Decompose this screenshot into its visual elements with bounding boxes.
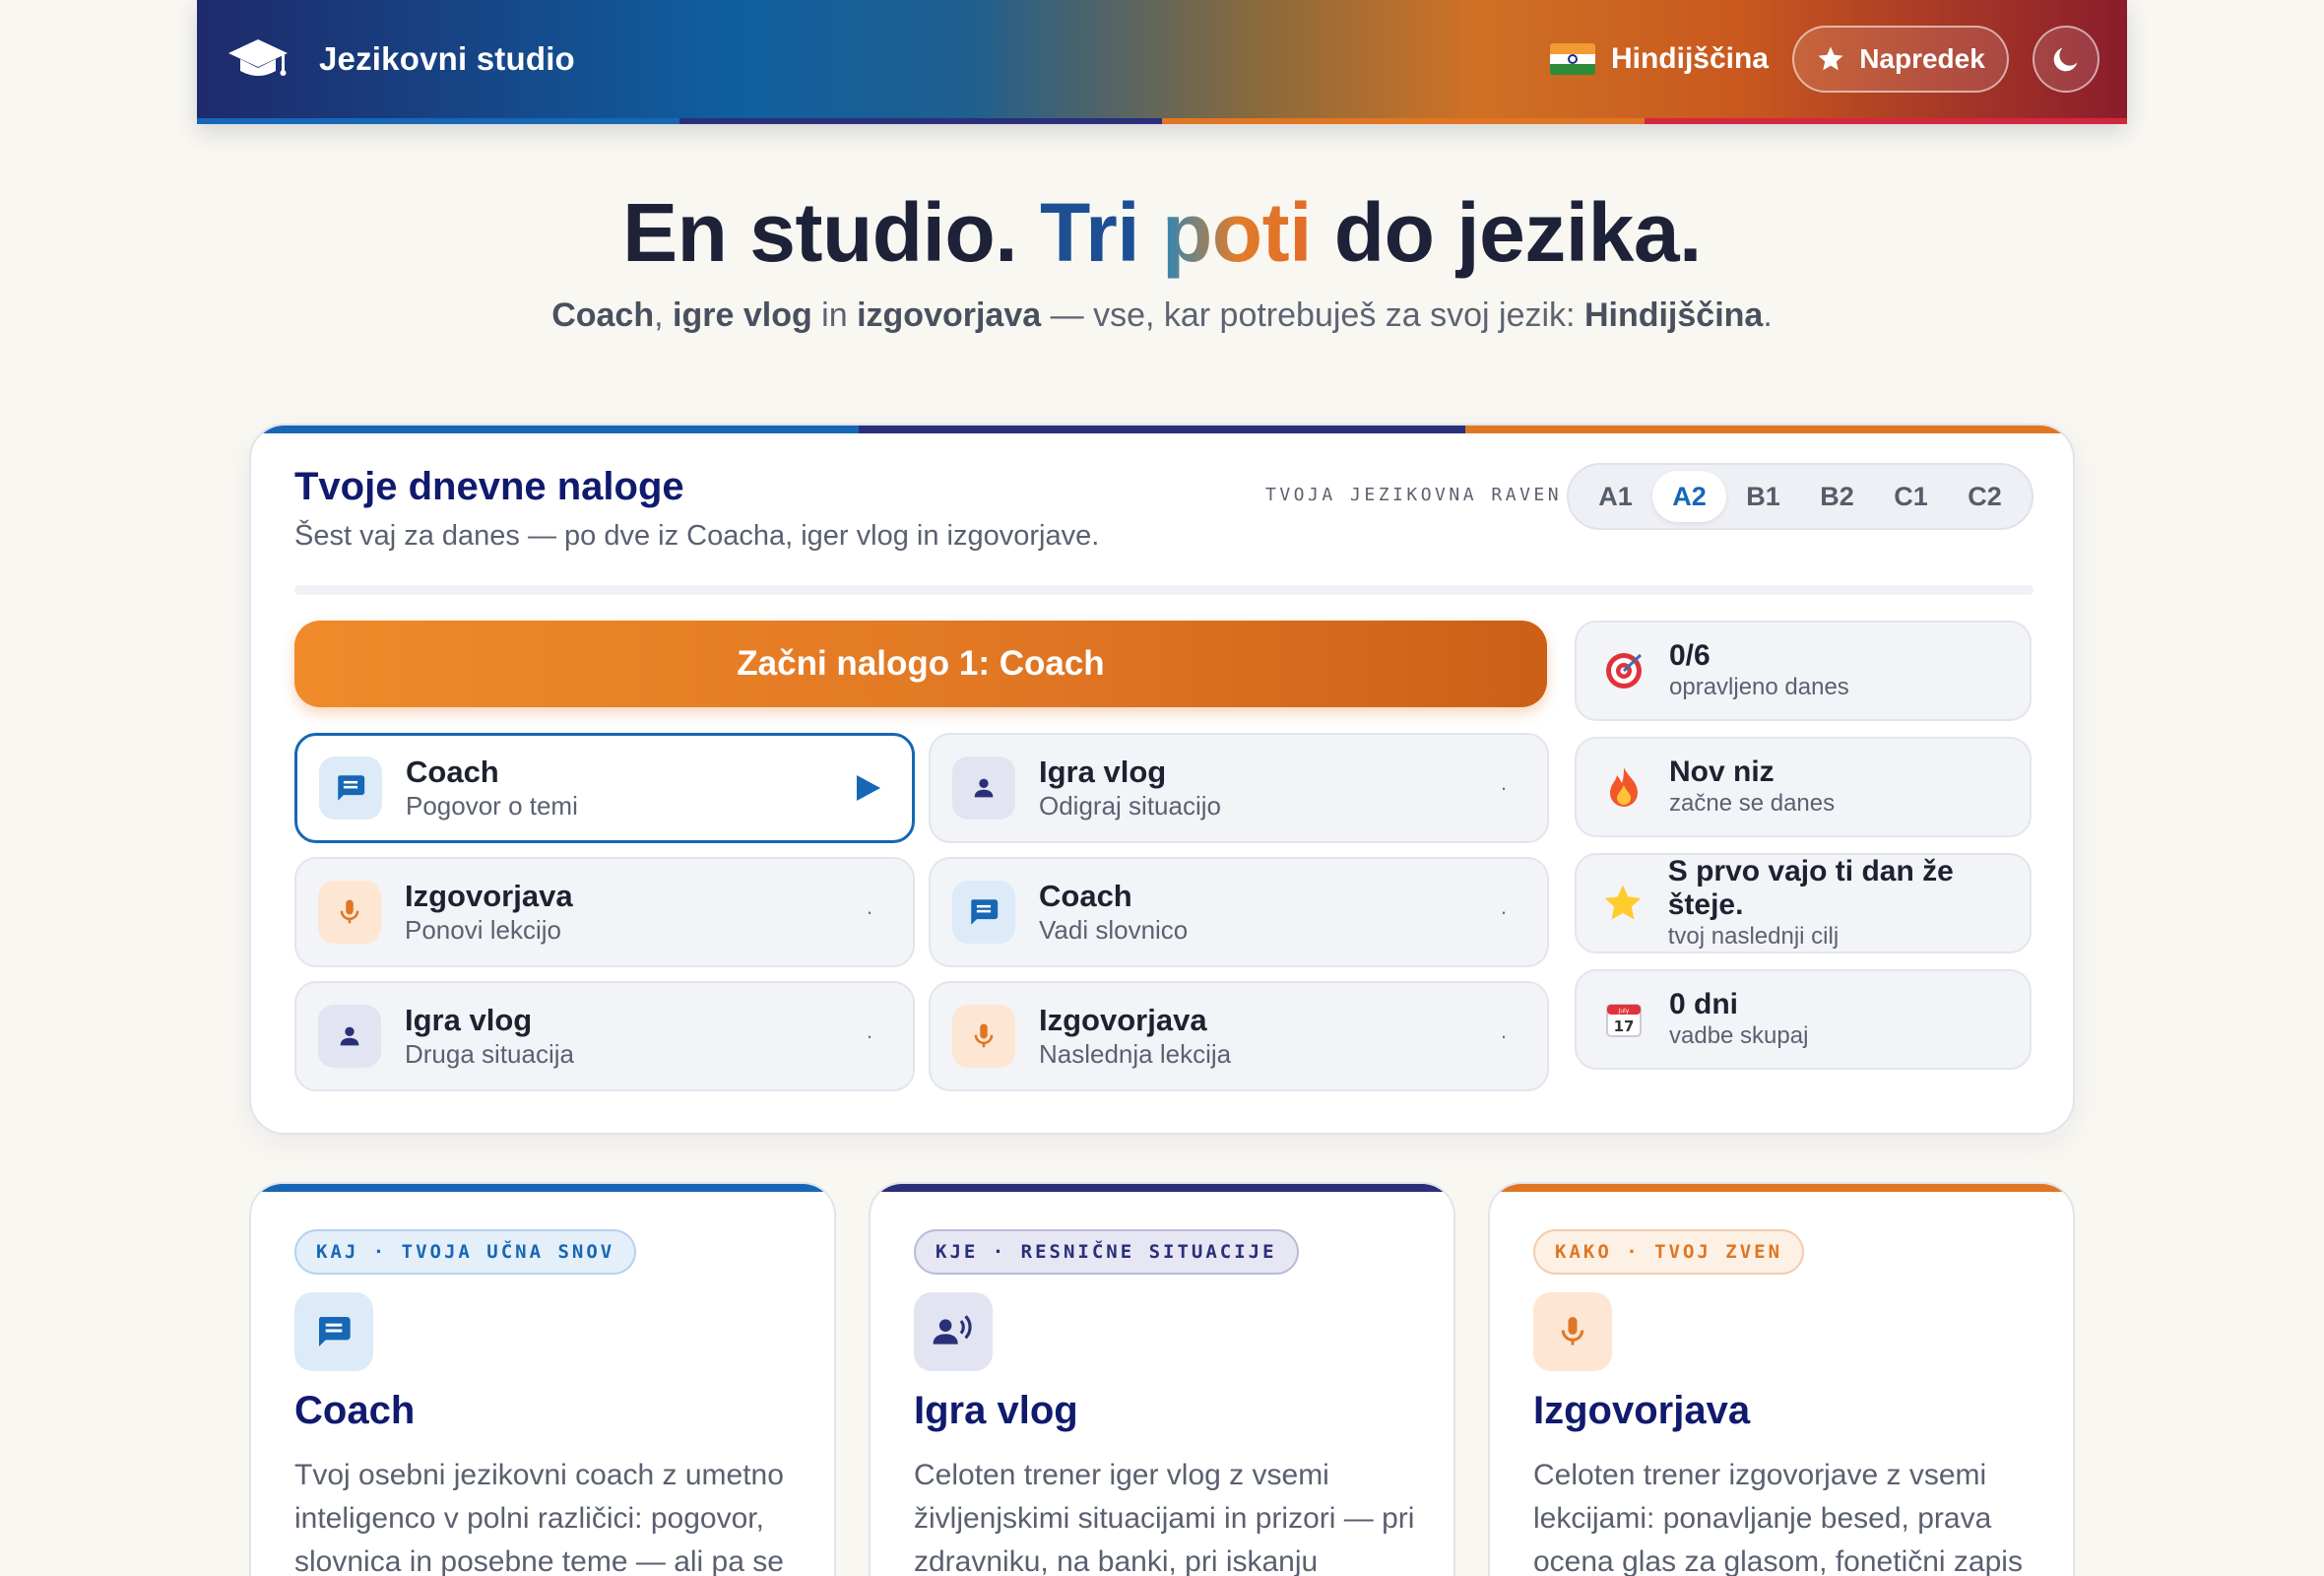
progress-button[interactable]: Napredek: [1792, 26, 2009, 93]
graduation-cap-icon: [226, 30, 290, 89]
microphone-icon: [318, 881, 381, 944]
task-pronunciation-next[interactable]: Izgovorjava Naslednja lekcija ·: [929, 981, 1549, 1091]
chat-icon: [319, 756, 382, 820]
card-title: Coach: [294, 1389, 416, 1432]
panel-color-stripe: [251, 426, 2073, 433]
task-roleplay-second[interactable]: Igra vlog Druga situacija ·: [294, 981, 915, 1091]
task-status-dot: ·: [1500, 1023, 1508, 1048]
play-icon: [839, 773, 898, 803]
progress-button-label: Napredek: [1859, 43, 1985, 74]
language-selector[interactable]: Hindijščina: [1549, 42, 1769, 76]
moon-icon: [2053, 47, 2078, 72]
feature-card-coach[interactable]: KAJ · TVOJA UČNA SNOV Coach Tvoj osebni …: [249, 1182, 836, 1576]
level-a1[interactable]: A1: [1579, 471, 1652, 522]
daily-tasks-title: Tvoje dnevne naloge: [294, 465, 684, 508]
stat-label: tvoj naslednji cilj: [1667, 923, 1840, 950]
level-selector: A1 A2 B1 B2 C1 C2: [1567, 463, 2034, 530]
person-icon: [318, 1005, 381, 1068]
task-title: Izgovorjava: [1039, 1003, 1207, 1037]
task-status-dot: ·: [1500, 899, 1508, 924]
chat-icon: [294, 1292, 373, 1371]
stat-streak: Nov niz začne se danes: [1575, 737, 2032, 837]
task-roleplay-situation[interactable]: Igra vlog Odigraj situacijo ·: [929, 733, 1549, 843]
feature-card-pronunciation[interactable]: KAKO · TVOJ ZVEN Izgovorjava Celoten tre…: [1488, 1182, 2075, 1576]
brand-name: Jezikovni studio: [319, 40, 575, 77]
stat-label: vadbe skupaj: [1669, 1022, 1809, 1049]
card-badge: KAKO · TVOJ ZVEN: [1533, 1229, 1805, 1275]
hero-title: En studio. Tri poti do jezika.: [622, 186, 1702, 279]
fire-icon: [1594, 757, 1653, 817]
card-accent-stripe: [1490, 1184, 2073, 1192]
card-badge: KAJ · TVOJA UČNA SNOV: [294, 1229, 637, 1275]
chat-icon: [952, 881, 1015, 944]
microphone-icon: [952, 1005, 1015, 1068]
task-subtitle: Odigraj situacijo: [1039, 791, 1221, 821]
header-color-stripe: [197, 118, 2127, 124]
card-title: Izgovorjava: [1533, 1389, 1751, 1432]
task-title: Igra vlog: [405, 1003, 533, 1037]
stat-value: Nov niz: [1669, 755, 1775, 788]
stat-total-days: July 17 0 dni vadbe skupaj: [1575, 969, 2032, 1070]
task-title: Coach: [1039, 879, 1132, 913]
stat-completed-today: 0/6 opravljeno danes: [1575, 621, 2032, 721]
task-coach-topic[interactable]: Coach Pogovor o temi: [294, 733, 915, 843]
stat-value: 0/6: [1669, 639, 1711, 672]
card-title: Igra vlog: [914, 1389, 1078, 1432]
card-description: Tvoj osebni jezikovni coach z umetno int…: [294, 1459, 784, 1576]
svg-text:17: 17: [1614, 1018, 1635, 1035]
start-task-button[interactable]: Začni nalogo 1: Coach: [294, 621, 1547, 707]
speaking-person-icon: [914, 1292, 993, 1371]
task-subtitle: Druga situacija: [405, 1039, 574, 1069]
level-b1[interactable]: B1: [1726, 471, 1800, 522]
card-accent-stripe: [871, 1184, 1453, 1192]
card-description: Celoten trener izgovorjave z vsemi lekci…: [1533, 1459, 2023, 1576]
task-status-dot: ·: [866, 1023, 873, 1048]
stat-label: začne se danes: [1669, 790, 1836, 817]
level-b2[interactable]: B2: [1800, 471, 1874, 522]
calendar-icon: July 17: [1594, 990, 1653, 1049]
dark-mode-toggle[interactable]: [2033, 26, 2099, 93]
task-subtitle: Naslednja lekcija: [1039, 1039, 1232, 1069]
card-description: Celoten trener iger vlog z vsemi življen…: [914, 1459, 1415, 1576]
task-pronunciation-repeat[interactable]: Izgovorjava Ponovi lekcijo ·: [294, 857, 915, 967]
stat-next-goal: S prvo vajo ti dan že šteje. tvoj nasled…: [1575, 853, 2032, 953]
task-status-dot: ·: [866, 899, 873, 924]
task-title: Igra vlog: [1039, 755, 1167, 789]
task-status-dot: ·: [1500, 775, 1508, 800]
daily-tasks-subtitle: Šest vaj za danes — po dve iz Coacha, ig…: [294, 520, 1100, 552]
target-icon: [1594, 641, 1653, 700]
task-title: Izgovorjava: [405, 879, 573, 913]
feature-card-roleplay[interactable]: KJE · RESNIČNE SITUACIJE Igra vlog Celot…: [869, 1182, 1455, 1576]
task-subtitle: Vadi slovnico: [1039, 915, 1189, 945]
language-name: Hindijščina: [1610, 42, 1769, 75]
stat-value: S prvo vajo ti dan že šteje.: [1667, 855, 1954, 921]
task-subtitle: Pogovor o temi: [406, 791, 578, 821]
daily-tasks-panel: Tvoje dnevne naloge Šest vaj za danes — …: [249, 424, 2075, 1135]
progress-track: [294, 585, 2034, 595]
svg-text:July: July: [1618, 1008, 1630, 1015]
brand[interactable]: Jezikovni studio: [226, 30, 575, 89]
hero-subtitle: Coach, igre vlog in izgovorjava — vse, k…: [551, 296, 1773, 334]
task-subtitle: Ponovi lekcijo: [405, 915, 561, 945]
level-label: TVOJA JEZIKOVNA RAVEN: [1265, 485, 1563, 505]
stat-value: 0 dni: [1669, 988, 1739, 1020]
task-coach-grammar[interactable]: Coach Vadi slovnico ·: [929, 857, 1549, 967]
top-navigation-bar: Jezikovni studio Hindijščina Napredek: [197, 0, 2127, 124]
level-a2[interactable]: A2: [1652, 471, 1726, 522]
microphone-icon: [1533, 1292, 1612, 1371]
level-c1[interactable]: C1: [1874, 471, 1948, 522]
card-badge: KJE · RESNIČNE SITUACIJE: [914, 1229, 1299, 1275]
india-flag-icon: [1549, 43, 1595, 75]
star-icon: [1818, 46, 1843, 71]
person-icon: [952, 756, 1015, 820]
level-c2[interactable]: C2: [1948, 471, 2022, 522]
task-title: Coach: [406, 755, 499, 789]
star-icon: [1594, 874, 1652, 933]
card-accent-stripe: [251, 1184, 834, 1192]
stat-label: opravljeno danes: [1669, 674, 1849, 700]
